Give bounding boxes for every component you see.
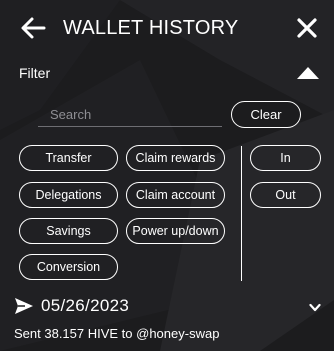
filter-chip-claim-rewards[interactable]: Claim rewards xyxy=(126,145,225,171)
filter-chip-out[interactable]: Out xyxy=(250,182,321,208)
caret-up-icon xyxy=(297,67,319,79)
filter-chip-in[interactable]: In xyxy=(250,145,321,171)
page-title: WALLET HISTORY xyxy=(63,17,239,39)
filter-label: Filter xyxy=(19,65,51,81)
send-icon xyxy=(14,297,34,315)
search-field xyxy=(38,103,222,129)
filter-chip-conversion[interactable]: Conversion xyxy=(19,254,118,280)
close-icon xyxy=(297,18,317,38)
filter-chip-savings[interactable]: Savings xyxy=(19,218,118,244)
filter-toggle-button[interactable] xyxy=(296,66,320,80)
header: WALLET HISTORY xyxy=(0,0,334,56)
close-button[interactable] xyxy=(295,16,319,40)
arrow-left-icon xyxy=(21,17,46,39)
filter-divider xyxy=(241,146,242,281)
filter-chip-claim-account[interactable]: Claim account xyxy=(126,182,225,208)
transaction-date: 05/26/2023 xyxy=(41,296,130,315)
filter-chip-delegations[interactable]: Delegations xyxy=(19,182,118,208)
back-button[interactable] xyxy=(20,16,46,40)
transaction-expand-button[interactable] xyxy=(309,300,321,312)
clear-button[interactable]: Clear xyxy=(231,101,301,128)
chevron-down-icon xyxy=(309,303,321,312)
filter-chip-power-up-down[interactable]: Power up/down xyxy=(126,218,225,244)
transaction-description: Sent 38.157 HIVE to @honey-swap xyxy=(14,326,220,341)
search-input[interactable] xyxy=(38,103,222,127)
filter-chip-transfer[interactable]: Transfer xyxy=(19,145,118,171)
